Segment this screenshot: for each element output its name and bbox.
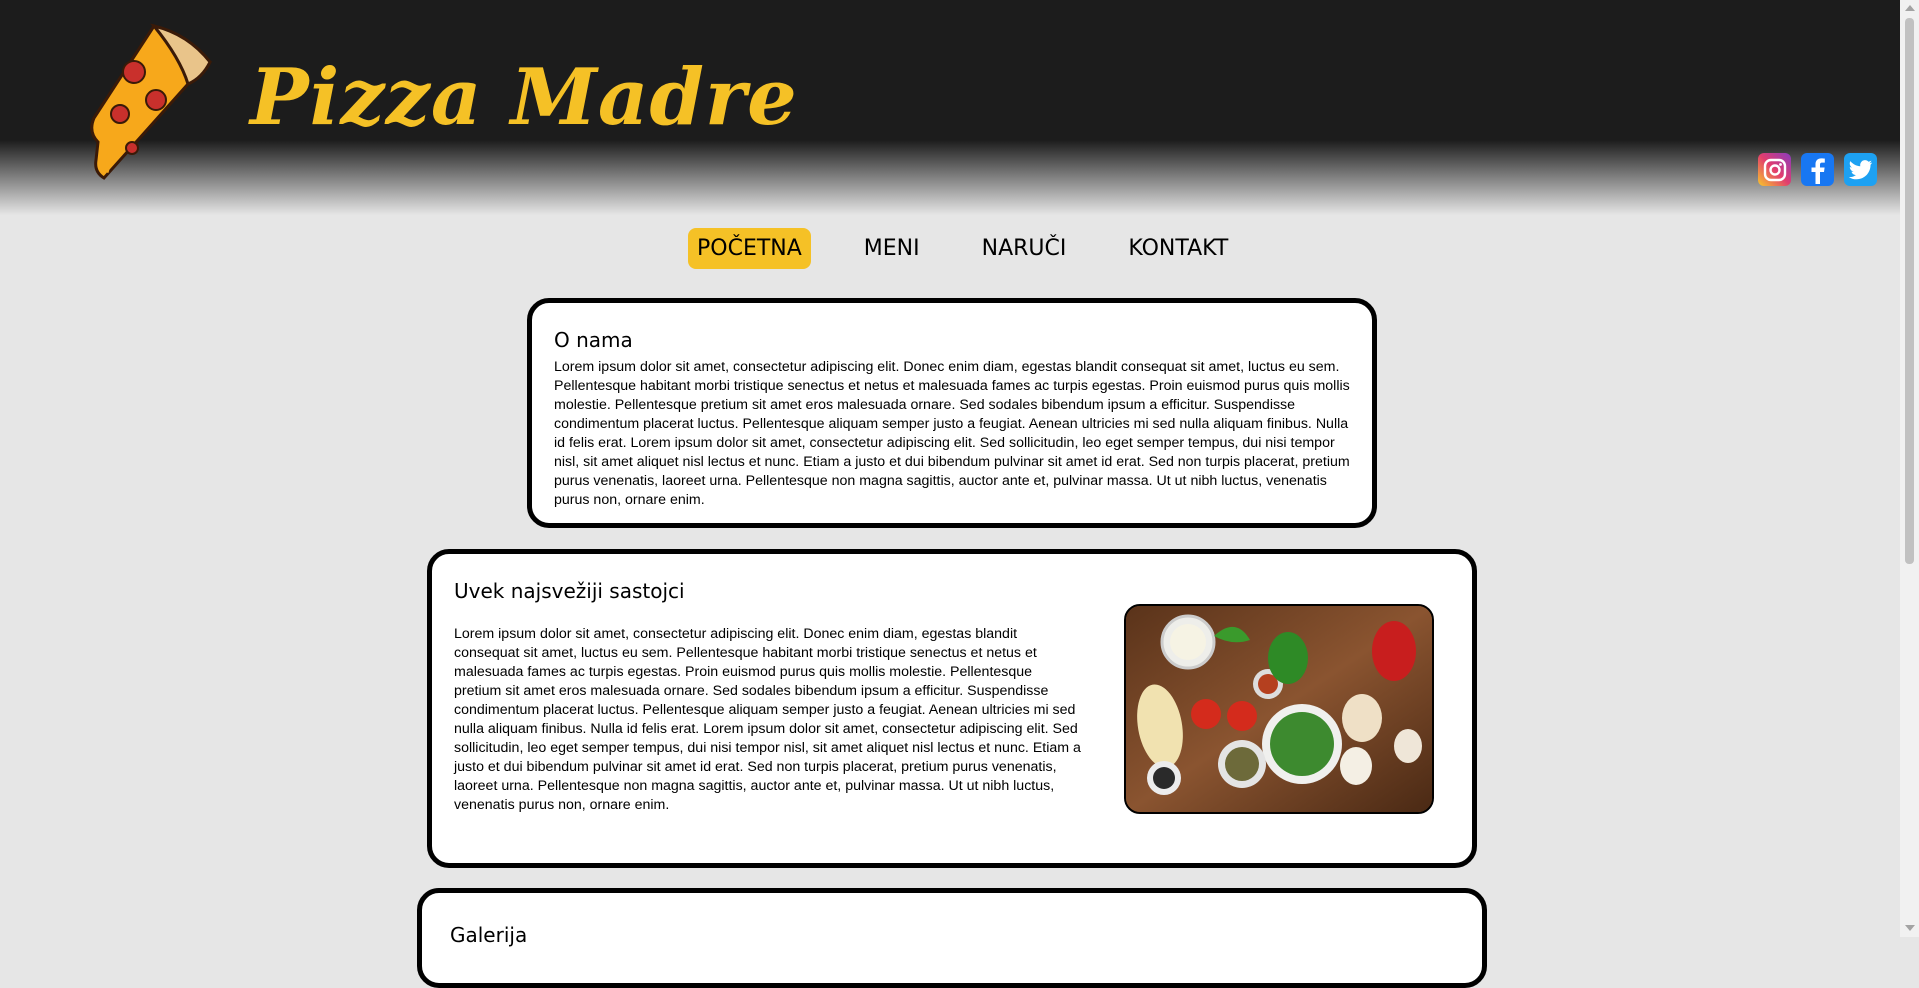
site-header: Pizza Madre: [0, 0, 1900, 215]
ingredients-text: Lorem ipsum dolor sit amet, consectetur …: [454, 626, 1081, 813]
main-nav: POČETNA MENI NARUČI KONTAKT: [688, 228, 1237, 269]
gallery-title: Galerija: [450, 923, 528, 947]
pizza-slice-icon: [90, 23, 212, 180]
instagram-icon[interactable]: [1758, 153, 1791, 186]
ingredients-photo: [1124, 604, 1434, 814]
ingredients-card: Uvek najsvežiji sastojci Lorem ipsum dol…: [427, 549, 1477, 868]
nav-item-pocetna[interactable]: POČETNA: [688, 228, 811, 269]
nav-item-meni[interactable]: MENI: [855, 228, 929, 269]
about-card: O nama Lorem ipsum dolor sit amet, conse…: [527, 298, 1377, 528]
brand-title[interactable]: Pizza Madre: [250, 52, 798, 143]
social-links: [1758, 153, 1877, 186]
gallery-card: Galerija: [417, 888, 1487, 988]
nav-item-naruci[interactable]: NARUČI: [973, 228, 1076, 269]
about-text: Lorem ipsum dolor sit amet, consectetur …: [554, 359, 1350, 508]
facebook-icon[interactable]: [1801, 153, 1834, 186]
scroll-down-arrow-icon[interactable]: [1905, 925, 1915, 931]
about-title: O nama: [554, 328, 633, 352]
ingredients-title: Uvek najsvežiji sastojci: [454, 579, 685, 603]
twitter-icon[interactable]: [1844, 153, 1877, 186]
scroll-up-arrow-icon[interactable]: [1905, 5, 1915, 11]
nav-item-kontakt[interactable]: KONTAKT: [1119, 228, 1237, 269]
scrollbar-thumb[interactable]: [1905, 18, 1914, 564]
